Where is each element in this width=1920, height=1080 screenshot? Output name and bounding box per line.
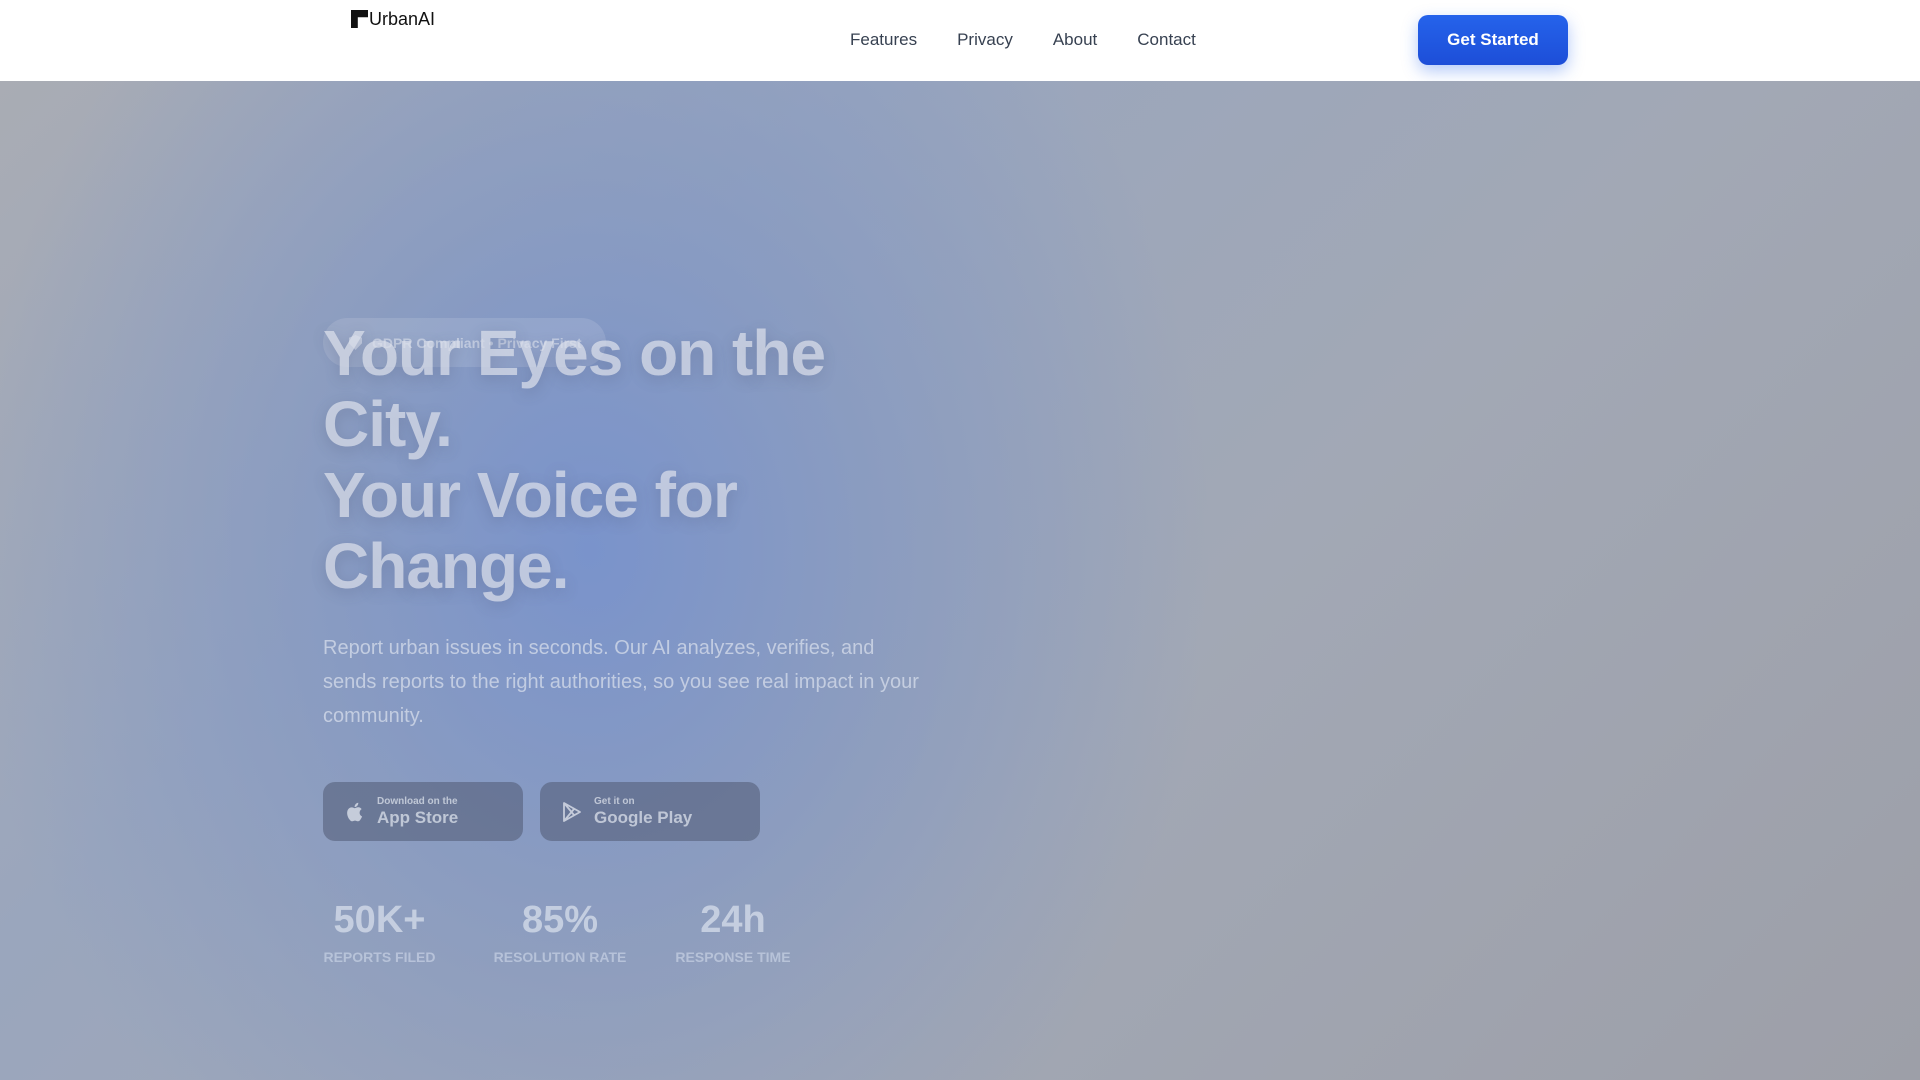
stat-response: 24h Response Time <box>668 898 798 966</box>
stat-reports: 50K+ Reports Filed <box>323 898 436 966</box>
app-store-big: App Store <box>377 807 459 827</box>
hero-subtext: Report urban issues in seconds. Our AI a… <box>323 637 919 727</box>
stat-label: Resolution Rate <box>493 949 627 965</box>
stat-resolution: 85% Resolution Rate <box>485 898 635 966</box>
site-header: UrbanAI Features Privacy About Contact G… <box>0 0 1920 81</box>
nav-contact[interactable]: Contact <box>1137 30 1196 50</box>
main-nav: Features Privacy About Contact <box>850 30 1236 50</box>
apple-icon <box>347 802 363 821</box>
stat-value: 24h <box>700 899 766 941</box>
nav-features[interactable]: Features <box>850 30 917 50</box>
logo-text: UrbanAI <box>369 9 436 29</box>
headline-line-1: Your Eyes on the City. <box>323 317 826 460</box>
google-play-text: Get it on Google Play <box>594 796 692 828</box>
google-play-button[interactable]: Get it on Google Play <box>540 782 760 841</box>
logo[interactable]: UrbanAI <box>351 9 435 30</box>
hero-section: GDPR Compliant • Privacy First Your Eyes… <box>0 81 1920 1080</box>
stat-value: 50K+ <box>333 899 426 941</box>
google-play-small: Get it on <box>594 795 635 807</box>
app-store-text: Download on the App Store <box>377 796 458 828</box>
nav-privacy[interactable]: Privacy <box>957 30 1013 50</box>
google-play-big: Google Play <box>594 807 693 827</box>
nav-about[interactable]: About <box>1053 30 1097 50</box>
stat-label: Reports Filed <box>323 949 436 965</box>
broken-image-icon <box>351 10 368 28</box>
stat-value: 85% <box>521 899 599 941</box>
app-store-small: Download on the <box>377 795 458 807</box>
stat-label: Response Time <box>675 949 791 965</box>
get-started-button[interactable]: Get Started <box>1418 15 1568 65</box>
play-icon <box>563 801 581 822</box>
hero-headline: Your Eyes on the City. Your Voice for Ch… <box>323 318 963 602</box>
headline-line-2: Your Voice for Change. <box>323 459 738 602</box>
app-store-button[interactable]: Download on the App Store <box>323 782 523 841</box>
